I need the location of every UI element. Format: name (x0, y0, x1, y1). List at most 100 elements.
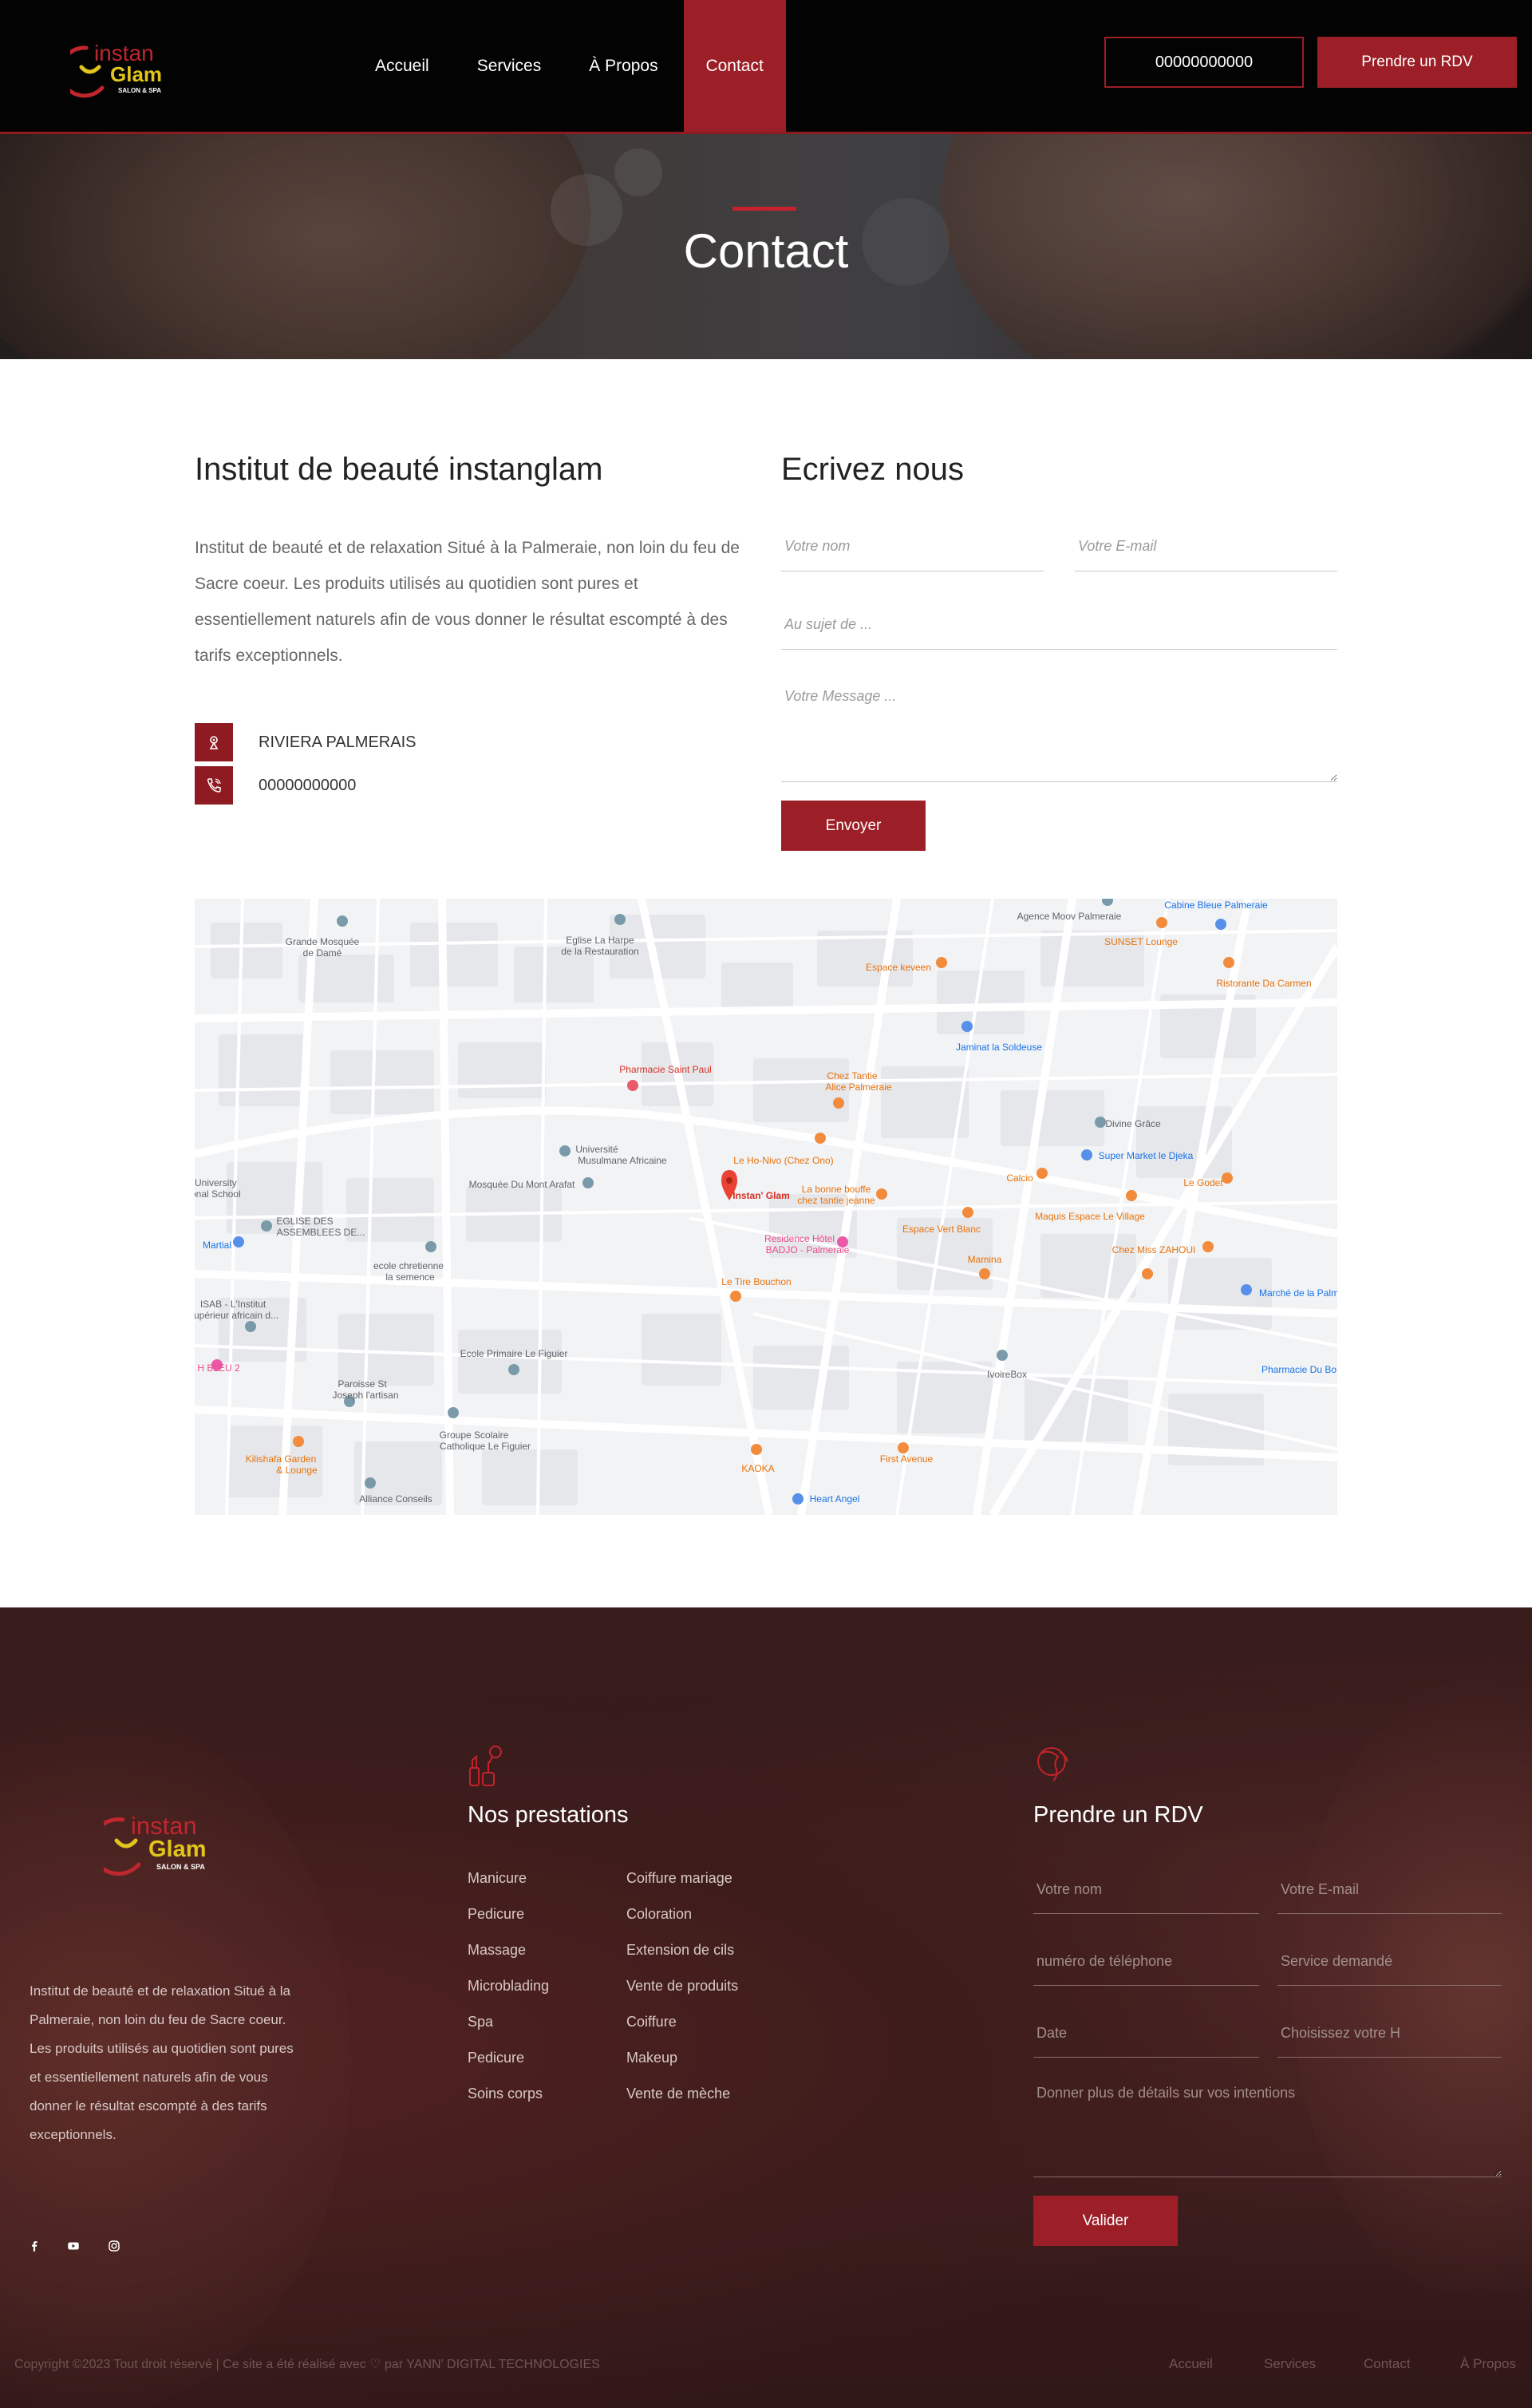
svg-text:Ristorante Da Carmen: Ristorante Da Carmen (1216, 978, 1311, 989)
form-title: Ecrivez nous (781, 452, 964, 487)
footer-nav-contact[interactable]: Contact (1364, 2356, 1411, 2372)
svg-text:Musulmane Africaine: Musulmane Africaine (578, 1155, 667, 1166)
svg-text:SALON & SPA: SALON & SPA (156, 1863, 205, 1871)
svg-text:ecole chretienne: ecole chretienne (373, 1260, 444, 1271)
svg-text:Eglise La Harpe: Eglise La Harpe (566, 935, 634, 946)
svg-text:Pharmacie Du Bo: Pharmacie Du Bo (1262, 1364, 1337, 1375)
service-item[interactable]: Coloration (626, 1906, 738, 1942)
svg-text:& Lounge: & Lounge (276, 1465, 318, 1476)
service-item[interactable]: Massage (468, 1942, 549, 1978)
svg-text:Chez Miss ZAHOUI: Chez Miss ZAHOUI (1112, 1244, 1196, 1255)
facebook-icon[interactable] (25, 2236, 44, 2256)
nav-a-propos[interactable]: À Propos (565, 0, 681, 132)
subject-input[interactable] (781, 600, 1337, 650)
youtube-icon[interactable] (64, 2236, 83, 2256)
service-item[interactable]: Soins corps (468, 2086, 549, 2121)
svg-text:Super Market le Djeka: Super Market le Djeka (1099, 1150, 1194, 1161)
service-item[interactable]: Manicure (468, 1870, 549, 1906)
svg-text:KAOKA: KAOKA (741, 1463, 774, 1474)
svg-text:SALON & SPA: SALON & SPA (118, 87, 161, 94)
footer-logo[interactable]: instan Glam SALON & SPA (104, 1807, 219, 1877)
svg-text:Instan' Glam: Instan' Glam (732, 1190, 790, 1201)
svg-text:Agence Moov Palmeraie: Agence Moov Palmeraie (1017, 911, 1122, 922)
svg-text:Kilishafa Garden: Kilishafa Garden (246, 1453, 317, 1465)
footer-nav-services[interactable]: Services (1264, 2356, 1316, 2372)
svg-text:La bonne bouffe: La bonne bouffe (802, 1184, 871, 1195)
svg-text:Mamina: Mamina (968, 1254, 1002, 1265)
rdv-hour-input[interactable] (1277, 2010, 1502, 2058)
svg-text:H BLEU 2: H BLEU 2 (197, 1362, 240, 1374)
footer-nav-accueil[interactable]: Accueil (1169, 2356, 1213, 2372)
svg-text:EGLISE DES: EGLISE DES (276, 1216, 333, 1227)
rdv-details-textarea[interactable] (1033, 2080, 1502, 2177)
site-logo[interactable]: instan Glam SALON & SPA (70, 37, 174, 99)
service-item[interactable]: Vente de produits (626, 1978, 738, 2014)
service-item[interactable]: Vente de mèche (626, 2086, 738, 2121)
svg-text:Glam: Glam (110, 62, 162, 86)
svg-text:Groupe Scolaire: Groupe Scolaire (440, 1429, 509, 1441)
phone-icon (195, 766, 233, 805)
footer-nav-a-propos[interactable]: À Propos (1460, 2356, 1516, 2372)
svg-text:Alice Palmeraie: Alice Palmeraie (825, 1081, 892, 1093)
svg-text:Université: Université (575, 1144, 618, 1155)
svg-text:ational School: ational School (195, 1188, 241, 1200)
site-header: instan Glam SALON & SPA Accueil Services… (0, 0, 1532, 134)
svg-text:Divine Grâce: Divine Grâce (1105, 1118, 1161, 1129)
svg-text:Residence Hôtel: Residence Hôtel (764, 1233, 835, 1244)
info-description: Institut de beauté et de relaxation Situ… (195, 539, 740, 665)
svg-text:First Avenue: First Avenue (880, 1453, 934, 1465)
svg-text:al University: al University (195, 1177, 237, 1188)
svg-text:Le Godet: Le Godet (1183, 1177, 1223, 1188)
page-title: Contact (683, 224, 849, 278)
service-item[interactable]: Extension de cils (626, 1942, 738, 1978)
nav-contact[interactable]: Contact (683, 0, 786, 132)
location-map[interactable]: Grande Mosquée de Damé Eglise La Harpe de … (195, 899, 1337, 1515)
rdv-name-input[interactable] (1033, 1866, 1259, 1914)
makeup-icon (465, 1744, 505, 1789)
send-button[interactable]: Envoyer (781, 801, 926, 851)
message-textarea[interactable] (781, 677, 1337, 782)
svg-text:SUNSET Lounge: SUNSET Lounge (1104, 936, 1178, 947)
rdv-service-input[interactable] (1277, 1938, 1502, 1986)
rdv-submit-button[interactable]: Valider (1033, 2196, 1178, 2246)
nav-services[interactable]: Services (453, 0, 566, 132)
header-phone-button[interactable]: 00000000000 (1104, 37, 1304, 88)
address-text: RIVIERA PALMERAIS (259, 733, 417, 751)
rdv-email-input[interactable] (1277, 1866, 1502, 1914)
services-list-1: Manicure Pedicure Massage Microblading S… (468, 1870, 549, 2121)
svg-text:chez tantie jeanne: chez tantie jeanne (797, 1195, 875, 1206)
service-item[interactable]: Microblading (468, 1978, 549, 2014)
location-icon (195, 723, 233, 761)
service-item[interactable]: Spa (468, 2014, 549, 2050)
services-list-2: Coiffure mariage Coloration Extension de… (626, 1870, 738, 2121)
svg-text:BADJO - Palmeraie: BADJO - Palmeraie (766, 1244, 850, 1255)
svg-text:Heart Angel: Heart Angel (810, 1493, 860, 1505)
svg-text:de la Restauration: de la Restauration (561, 946, 638, 957)
svg-text:Le Tire Bouchon: Le Tire Bouchon (721, 1276, 791, 1287)
svg-text:Espace Vert Blanc: Espace Vert Blanc (902, 1224, 981, 1235)
svg-text:la semence: la semence (385, 1271, 435, 1283)
main-nav: Accueil Services À Propos Contact (351, 0, 786, 132)
name-input[interactable] (781, 522, 1044, 571)
nav-accueil[interactable]: Accueil (351, 0, 453, 132)
svg-text:Pharmacie Saint Paul: Pharmacie Saint Paul (619, 1064, 711, 1075)
info-title: Institut de beauté instanglam (195, 452, 603, 487)
instagram-icon[interactable] (105, 2236, 124, 2256)
rdv-date-input[interactable] (1033, 2010, 1259, 2058)
service-item[interactable]: Makeup (626, 2050, 738, 2086)
svg-text:Glam: Glam (148, 1837, 207, 1862)
svg-text:IvoireBox: IvoireBox (987, 1369, 1027, 1380)
service-item[interactable]: Coiffure (626, 2014, 738, 2050)
svg-text:Marché de la Palm: Marché de la Palm (1259, 1287, 1337, 1299)
email-input[interactable] (1075, 522, 1337, 571)
svg-text:Ecole Primaire Le Figuier: Ecole Primaire Le Figuier (460, 1348, 568, 1359)
svg-text:Martial: Martial (203, 1240, 231, 1251)
svg-text:Grande Mosquée: Grande Mosquée (286, 936, 360, 947)
service-item[interactable]: Pedicure (468, 1906, 549, 1942)
header-rdv-button[interactable]: Prendre un RDV (1317, 37, 1517, 88)
service-item[interactable]: Coiffure mariage (626, 1870, 738, 1906)
svg-text:Catholique Le Figuier: Catholique Le Figuier (440, 1441, 531, 1452)
service-item[interactable]: Pedicure (468, 2050, 549, 2086)
rdv-phone-input[interactable] (1033, 1938, 1259, 1986)
services-heading: Nos prestations (468, 1802, 629, 1828)
